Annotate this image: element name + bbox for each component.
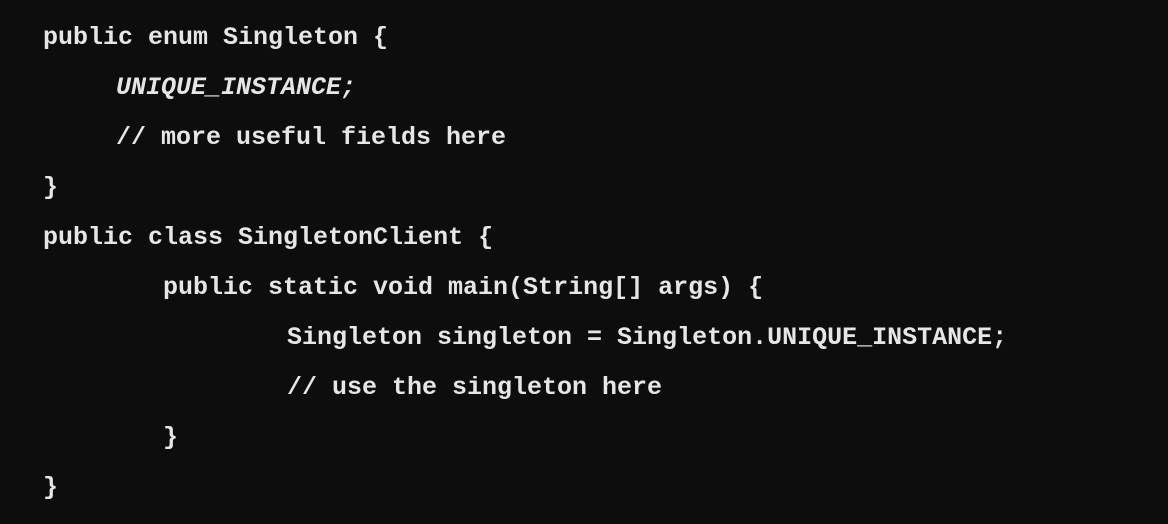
code-line-9: } xyxy=(0,416,1168,466)
code-line-7: Singleton singleton = Singleton.UNIQUE_I… xyxy=(0,316,1168,366)
code-line-6: public static void main(String[] args) { xyxy=(0,266,1168,316)
code-comment: // more useful fields here xyxy=(116,123,507,152)
code-text: Singleton singleton = Singleton.UNIQUE_I… xyxy=(287,323,1008,352)
code-line-1: public enum Singleton { xyxy=(0,16,1168,66)
code-text: public static void main(String[] args) { xyxy=(163,273,764,302)
code-block: public enum Singleton { UNIQUE_INSTANCE;… xyxy=(0,0,1168,524)
code-text: } xyxy=(43,473,59,502)
code-line-8: // use the singleton here xyxy=(0,366,1168,416)
code-text: } xyxy=(163,423,179,452)
code-text: public enum Singleton { xyxy=(43,23,389,52)
code-text: public class SingletonClient { xyxy=(43,223,494,252)
code-comment: // use the singleton here xyxy=(287,373,663,402)
code-line-3: // more useful fields here xyxy=(0,116,1168,166)
code-line-10: } xyxy=(0,466,1168,516)
code-line-2: UNIQUE_INSTANCE; xyxy=(0,66,1168,116)
code-text: } xyxy=(43,173,59,202)
code-line-5: public class SingletonClient { xyxy=(0,216,1168,266)
code-line-4: } xyxy=(0,166,1168,216)
code-text: UNIQUE_INSTANCE; xyxy=(116,73,357,102)
